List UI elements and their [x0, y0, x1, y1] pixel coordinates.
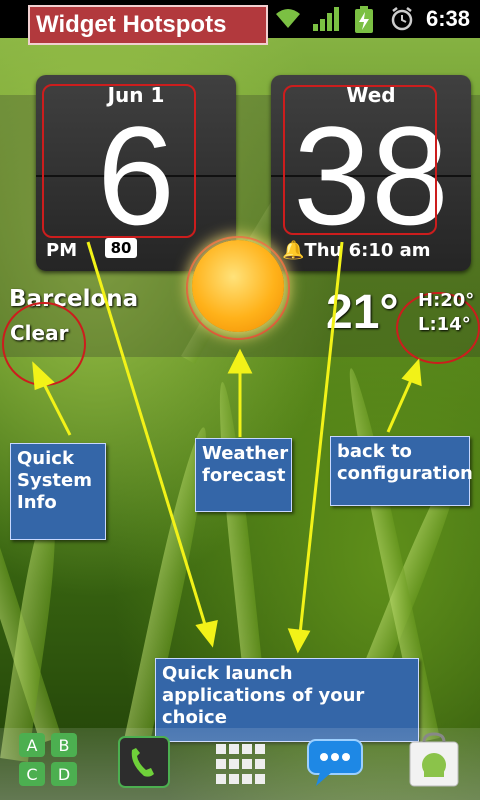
messaging-icon[interactable]: [306, 738, 364, 788]
market-icon[interactable]: [406, 732, 462, 788]
app-drawer-icon[interactable]: [214, 742, 266, 786]
svg-text:B: B: [59, 736, 70, 755]
sun-weather-icon[interactable]: [192, 240, 284, 332]
svg-text:C: C: [26, 765, 37, 784]
note-back-to-config: back to configuration: [330, 436, 473, 506]
svg-text:D: D: [58, 765, 70, 784]
abcd-icon[interactable]: A B C D: [18, 732, 80, 788]
phone-icon[interactable]: [118, 736, 170, 788]
note-weather-forecast: Weather forecast: [195, 438, 292, 512]
next-alarm: 🔔Thu 6:10 am: [282, 240, 431, 261]
bell-icon: 🔔: [282, 240, 305, 261]
svg-text:A: A: [27, 736, 38, 755]
alarm-clock-icon: [391, 7, 413, 31]
high-temperature: H:20°: [418, 290, 475, 311]
battery-badge: 80: [105, 238, 137, 258]
battery-charging-icon: [355, 6, 373, 33]
clock-minute-hotspot[interactable]: [283, 85, 437, 235]
clock-hour-hotspot[interactable]: [42, 84, 196, 238]
signal-icon: [313, 7, 339, 31]
ampm-label: PM: [46, 240, 78, 261]
wifi-icon: [276, 9, 300, 28]
current-temperature: 21°: [326, 286, 399, 339]
status-time: 6:38: [425, 6, 470, 31]
weather-condition: Clear: [10, 321, 69, 345]
title-banner: Widget Hotspots: [28, 5, 268, 45]
title-text: Widget Hotspots: [36, 11, 227, 38]
low-temperature: L:14°: [418, 314, 471, 335]
note-system-info: Quick System Info: [10, 443, 106, 540]
